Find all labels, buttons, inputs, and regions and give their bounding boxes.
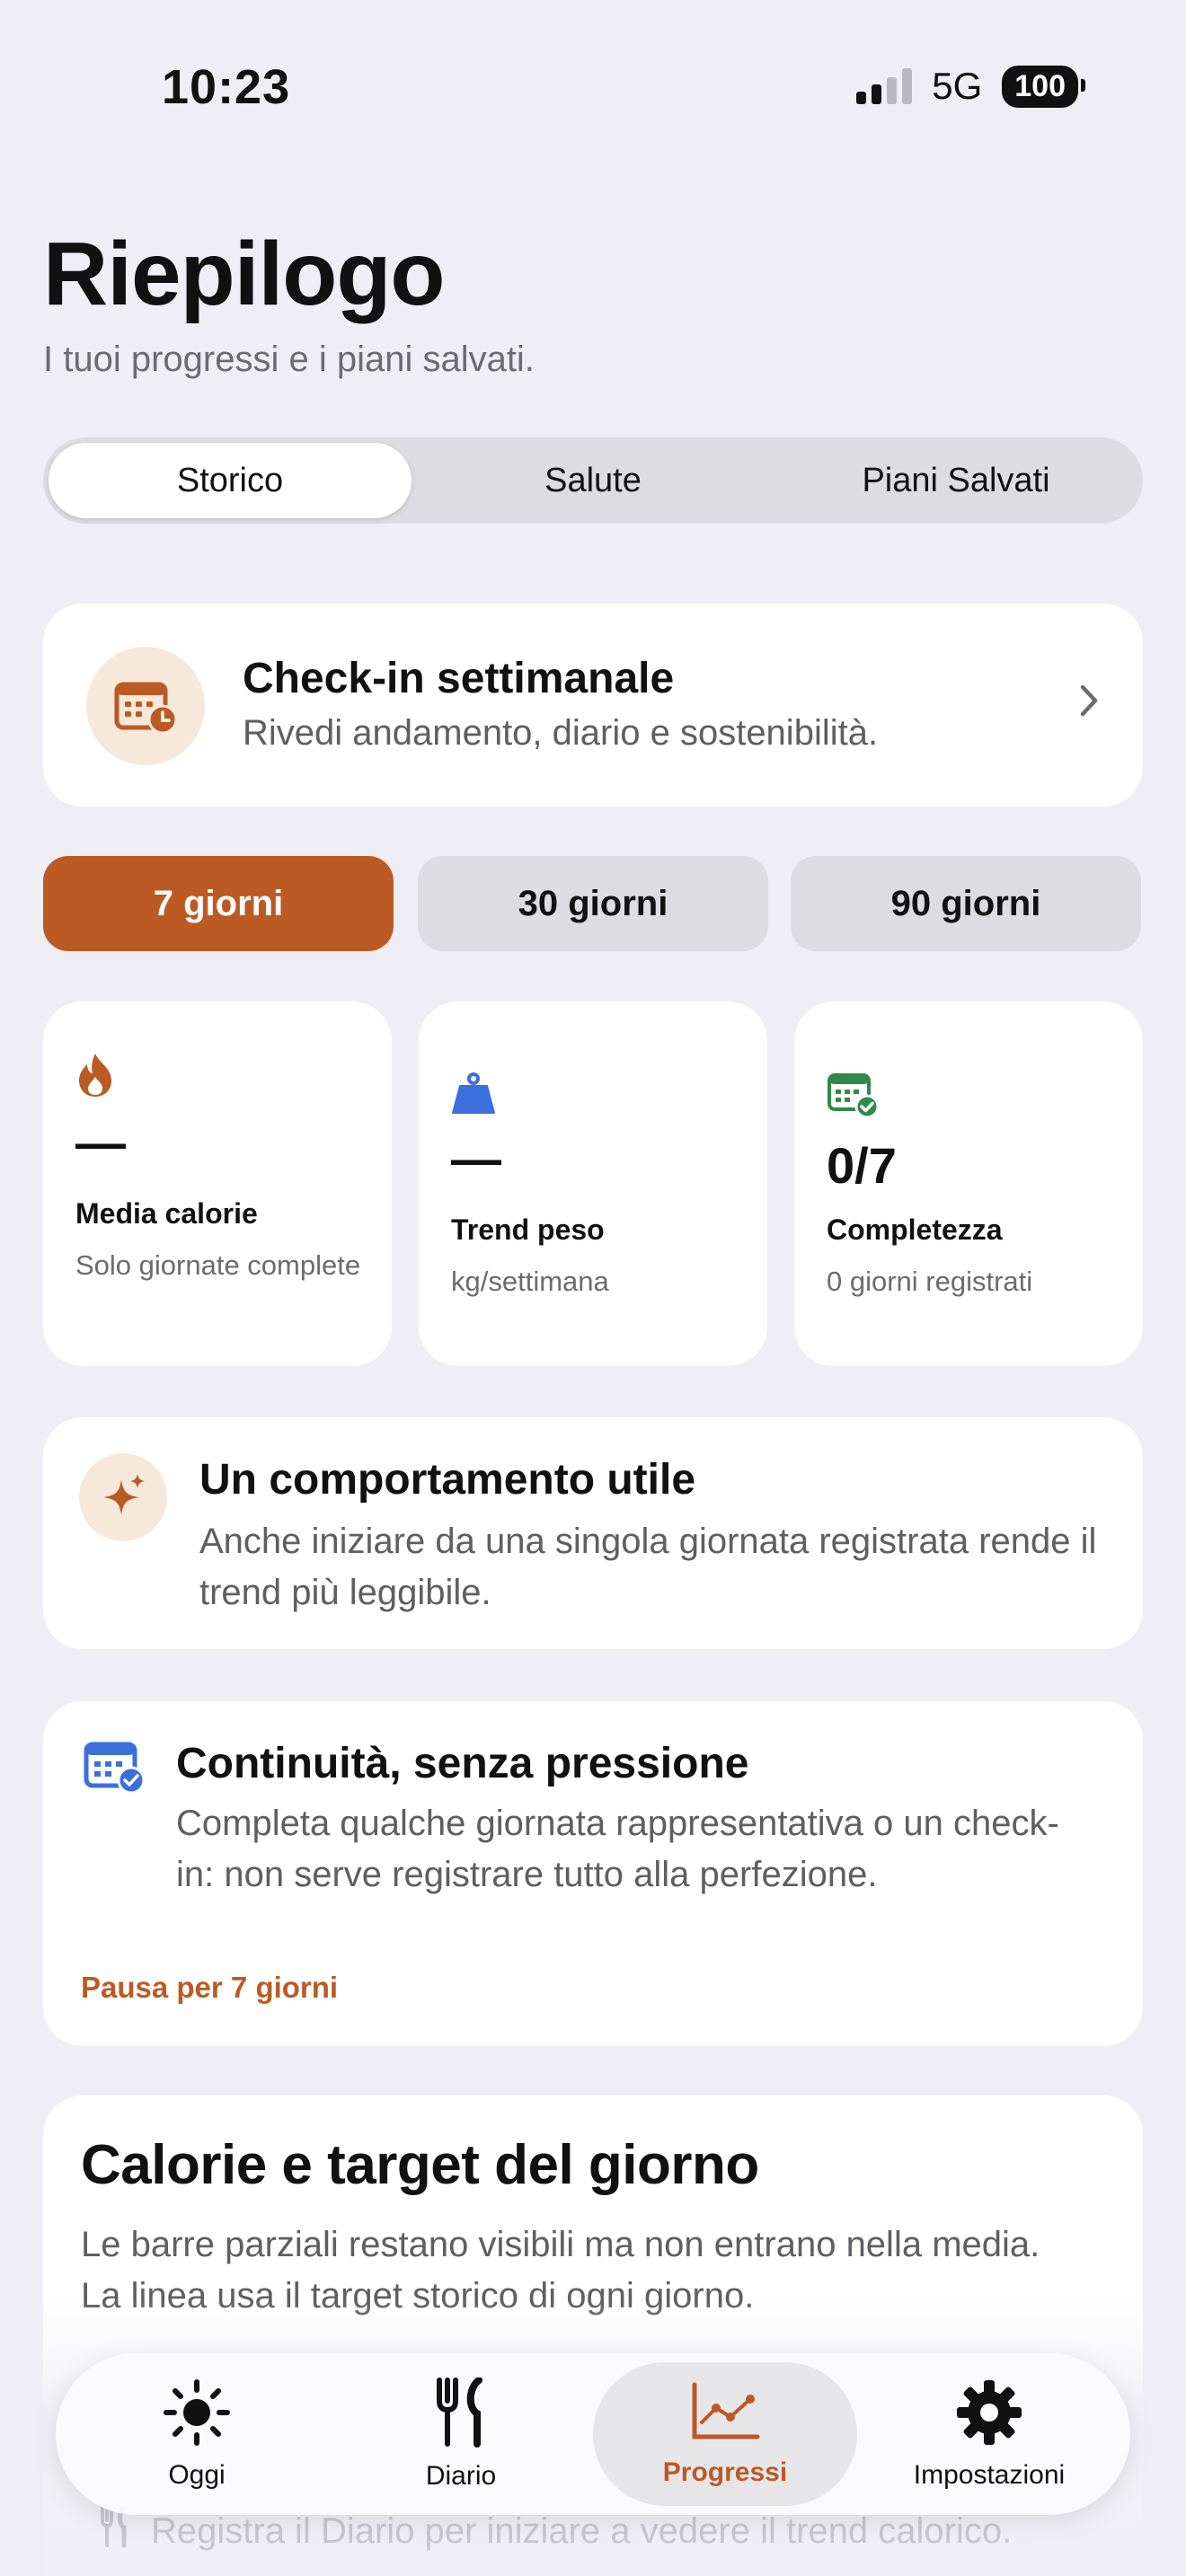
gear-icon <box>955 2378 1023 2451</box>
tab-label: Diario <box>425 2460 497 2491</box>
status-indicators: 5G 100 <box>856 65 1085 108</box>
stat-card-calories: — Media calorie Solo giornate complete <box>43 1001 392 1366</box>
stat-subtitle: Solo giornate complete <box>75 1249 361 1281</box>
chart-line-icon <box>689 2381 761 2448</box>
stat-label: Media calorie <box>75 1197 258 1230</box>
chevron-right-icon <box>1078 683 1100 723</box>
checkin-description: Rivedi andamento, diario e sostenibilità… <box>243 713 879 753</box>
stat-label: Trend peso <box>451 1213 605 1246</box>
stat-value: — <box>451 1130 501 1187</box>
empty-hint-text: Registra il Diario per iniziare a vedere… <box>151 2510 1013 2551</box>
stat-subtitle: 0 giorni registrati <box>827 1266 1033 1297</box>
sun-icon <box>163 2378 231 2451</box>
range-30-days-button[interactable]: 30 giorni <box>418 856 768 951</box>
range-7-days-button[interactable]: 7 giorni <box>43 856 394 951</box>
checkin-title: Check-in settimanale <box>243 655 675 702</box>
network-label: 5G <box>932 65 983 107</box>
calendar-clock-icon <box>86 647 205 765</box>
page-subtitle: I tuoi progressi e i piani salvati. <box>43 340 535 379</box>
insight-text: Anche iniziare da una singola giornata r… <box>199 1522 1097 1612</box>
fork-knife-icon <box>434 2376 488 2452</box>
weight-icon <box>451 1072 496 1121</box>
checkin-card[interactable]: Check-in settimanale Rivedi andamento, d… <box>43 604 1143 807</box>
tab-progressi[interactable]: Progressi <box>593 2362 857 2506</box>
tab-label: Progressi <box>662 2457 788 2487</box>
calories-title: Calorie e target del giorno <box>81 2134 759 2196</box>
segment-salute[interactable]: Salute <box>412 443 774 518</box>
continuity-card: Continuità, senza pressione Completa qua… <box>43 1701 1143 2046</box>
stat-subtitle: kg/settimana <box>451 1266 609 1297</box>
range-90-days-button[interactable]: 90 giorni <box>791 856 1141 951</box>
pause-link[interactable]: Pausa per 7 giorni <box>81 1971 338 2005</box>
sparkles-icon <box>79 1453 167 1541</box>
battery-icon: 100 <box>1002 65 1085 108</box>
calendar-badge-icon <box>83 1739 147 1801</box>
calendar-check-icon <box>827 1072 880 1123</box>
tab-label: Oggi <box>168 2459 226 2490</box>
continuity-text: Completa qualche giornata rappresentativ… <box>176 1804 1059 1894</box>
stat-value: — <box>75 1114 126 1170</box>
segmented-control: Storico Salute Piani Salvati <box>43 437 1143 524</box>
stat-label: Completezza <box>827 1213 1003 1246</box>
segment-piani-salvati[interactable]: Piani Salvati <box>774 443 1137 518</box>
tab-label: Impostazioni <box>913 2459 1066 2490</box>
stat-card-completeness: 0/7 Completezza 0 giorni registrati <box>794 1001 1143 1366</box>
status-time: 10:23 <box>162 60 291 114</box>
tab-impostazioni[interactable]: Impostazioni <box>857 2362 1121 2506</box>
continuity-title: Continuità, senza pressione <box>176 1740 749 1787</box>
stat-value: 0/7 <box>827 1137 897 1194</box>
page-title: Riepilogo <box>43 224 446 324</box>
tab-bar: Oggi Diario Progressi Impostazioni <box>56 2353 1130 2515</box>
stat-card-weight: — Trend peso kg/settimana <box>419 1001 767 1366</box>
tab-oggi[interactable]: Oggi <box>65 2362 329 2506</box>
insight-title: Un comportamento utile <box>199 1456 696 1504</box>
tab-diario[interactable]: Diario <box>329 2362 593 2506</box>
flame-icon <box>75 1052 115 1103</box>
segment-storico[interactable]: Storico <box>49 443 412 518</box>
signal-icon <box>856 68 913 104</box>
insight-card: Un comportamento utile Anche iniziare da… <box>43 1417 1143 1649</box>
